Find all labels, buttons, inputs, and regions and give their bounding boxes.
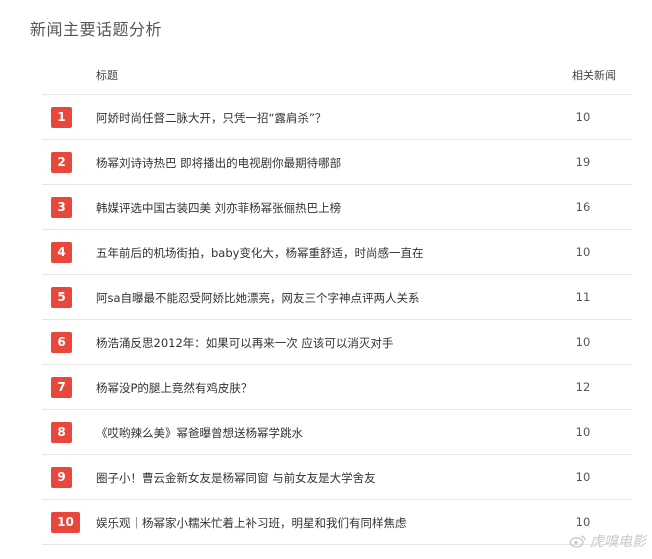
page-title: 新闻主要话题分析: [30, 20, 163, 39]
related-count: 16: [575, 200, 591, 214]
news-title-link[interactable]: 杨幂刘诗诗热巴 即将播出的电视剧你最期待哪部: [96, 155, 341, 171]
related-count: 10: [575, 425, 591, 439]
news-title-link[interactable]: 韩媒评选中国古装四美 刘亦菲杨幂张俪热巴上榜: [96, 200, 341, 216]
news-title-link[interactable]: 阿娇时尚任督二脉大开，只凭一招“露肩杀”？: [96, 110, 326, 126]
watermark-text: 虎嗅电影: [590, 534, 646, 550]
watermark: 虎嗅电影: [569, 531, 646, 551]
header-title: 标题: [96, 69, 118, 82]
news-title-link[interactable]: 杨浩涌反思2012年：如果可以再来一次 应该可以消灭对手: [96, 335, 393, 351]
news-title-link[interactable]: 圈子小！曹云金新女友是杨幂同窗 与前女友是大学舍友: [96, 470, 376, 486]
news-title-link[interactable]: 阿sa自曝最不能忍受阿娇比她漂亮，网友三个字神点评两人关系: [96, 290, 420, 306]
related-count: 10: [575, 110, 591, 124]
table-row[interactable]: 6 杨浩涌反思2012年：如果可以再来一次 应该可以消灭对手 10: [42, 320, 632, 365]
rank-badge: 6: [51, 332, 72, 353]
weibo-icon: [569, 535, 586, 548]
table-row[interactable]: 5 阿sa自曝最不能忍受阿娇比她漂亮，网友三个字神点评两人关系 11: [42, 275, 632, 320]
related-count: 19: [575, 155, 591, 169]
table-row[interactable]: 10 娱乐观｜杨幂家小糯米忙着上补习班，明星和我们有同样焦虑 10: [42, 500, 632, 545]
table-row[interactable]: 2 杨幂刘诗诗热巴 即将播出的电视剧你最期待哪部 19: [42, 140, 632, 185]
table-row[interactable]: 1 阿娇时尚任督二脉大开，只凭一招“露肩杀”？ 10: [42, 95, 632, 140]
related-count: 10: [575, 245, 591, 259]
news-title-link[interactable]: 《哎哟辣么美》幂爸曝曾想送杨幂学跳水: [96, 425, 303, 441]
related-count: 10: [575, 470, 591, 484]
rank-badge: 7: [51, 377, 72, 398]
related-count: 10: [575, 515, 591, 529]
table-row[interactable]: 8 《哎哟辣么美》幂爸曝曾想送杨幂学跳水 10: [42, 410, 632, 455]
news-title-link[interactable]: 五年前后的机场街拍，baby变化大，杨幂重舒适，时尚感一直在: [96, 245, 423, 261]
table-row[interactable]: 7 杨幂没P的腿上竟然有鸡皮肤？ 12: [42, 365, 632, 410]
rank-badge: 10: [51, 512, 80, 533]
related-count: 12: [575, 380, 591, 394]
news-topic-table: 标题 相关新闻 1 阿娇时尚任督二脉大开，只凭一招“露肩杀”？ 10 2 杨幂刘…: [42, 56, 632, 545]
rank-badge: 2: [51, 152, 72, 173]
rank-badge: 9: [51, 467, 72, 488]
header-related-news: 相关新闻: [572, 69, 616, 82]
related-count: 10: [575, 335, 591, 349]
table-header: 标题 相关新闻: [42, 56, 632, 95]
news-title-link[interactable]: 杨幂没P的腿上竟然有鸡皮肤？: [96, 380, 252, 396]
rank-badge: 5: [51, 287, 72, 308]
news-title-link[interactable]: 娱乐观｜杨幂家小糯米忙着上补习班，明星和我们有同样焦虑: [96, 515, 407, 531]
table-row[interactable]: 3 韩媒评选中国古装四美 刘亦菲杨幂张俪热巴上榜 16: [42, 185, 632, 230]
table-row[interactable]: 9 圈子小！曹云金新女友是杨幂同窗 与前女友是大学舍友 10: [42, 455, 632, 500]
rank-badge: 3: [51, 197, 72, 218]
table-row[interactable]: 4 五年前后的机场街拍，baby变化大，杨幂重舒适，时尚感一直在 10: [42, 230, 632, 275]
rank-badge: 4: [51, 242, 72, 263]
rank-badge: 8: [51, 422, 72, 443]
rank-badge: 1: [51, 107, 72, 128]
related-count: 11: [575, 290, 591, 304]
